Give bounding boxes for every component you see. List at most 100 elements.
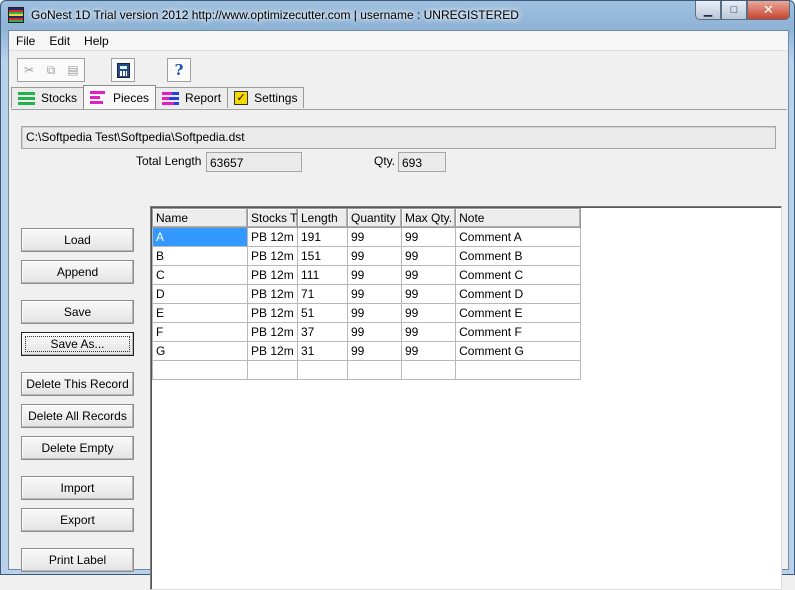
export-button[interactable]: Export	[21, 508, 134, 532]
table-cell[interactable]: 99	[347, 284, 402, 304]
table-cell[interactable]: 99	[400, 227, 457, 247]
title-bar[interactable]: GoNest 1D Trial version 2012 http://www.…	[1, 1, 795, 30]
table-cell[interactable]: PB 12m	[247, 246, 298, 266]
table-cell[interactable]: PB 12m	[247, 303, 298, 323]
table-cell[interactable]: Comment G	[455, 341, 582, 361]
settings-icon: ✓	[234, 91, 249, 105]
save-as-button[interactable]: Save As...	[21, 332, 134, 356]
table-cell[interactable]: C	[152, 265, 248, 285]
pieces-grid[interactable]: Name Stocks T Length Quantity Max Qty. N…	[150, 206, 782, 590]
table-cell[interactable]: G	[152, 341, 248, 361]
table-cell[interactable]	[152, 360, 248, 380]
copy-icon[interactable]: ⧉	[40, 59, 62, 81]
table-cell[interactable]: PB 12m	[247, 284, 298, 304]
table-row: A PB 12m 191 99 99 Comment A	[152, 227, 582, 247]
table-cell[interactable]: Comment D	[455, 284, 582, 304]
table-cell[interactable]: 99	[400, 265, 457, 285]
table-cell[interactable]: D	[152, 284, 248, 304]
app-window: GoNest 1D Trial version 2012 http://www.…	[0, 0, 795, 590]
table-cell[interactable]	[400, 360, 457, 380]
table-cell[interactable]: 99	[400, 284, 457, 304]
table-cell[interactable]: 51	[297, 303, 348, 323]
menu-help[interactable]: Help	[77, 34, 116, 48]
menu-file[interactable]: File	[9, 34, 42, 48]
table-cell[interactable]: Comment F	[455, 322, 582, 342]
table-cell[interactable]: 99	[347, 246, 402, 266]
table-cell[interactable]: F	[152, 322, 248, 342]
table-cell[interactable]	[247, 360, 298, 380]
toolbar: ✂ ⧉ ▤ ?	[17, 58, 217, 82]
load-button[interactable]: Load	[21, 228, 134, 252]
table-cell[interactable]: 99	[400, 341, 457, 361]
table-cell[interactable]: 99	[347, 265, 402, 285]
column-header-name[interactable]: Name	[152, 208, 248, 228]
table-cell[interactable]: E	[152, 303, 248, 323]
table-cell[interactable]: 151	[297, 246, 348, 266]
table-cell[interactable]: 99	[400, 246, 457, 266]
delete-record-button[interactable]: Delete This Record	[21, 372, 134, 396]
table-cell[interactable]: 99	[347, 341, 402, 361]
column-header-length[interactable]: Length	[297, 208, 348, 228]
print-label-button[interactable]: Print Label	[21, 548, 134, 572]
tab-stocks[interactable]: Stocks	[11, 87, 85, 108]
table-cell[interactable]: Comment E	[455, 303, 582, 323]
append-button[interactable]: Append	[21, 260, 134, 284]
table-cell[interactable]: PB 12m	[247, 322, 298, 342]
tab-report[interactable]: Report	[155, 87, 229, 108]
table-cell[interactable]: PB 12m	[247, 265, 298, 285]
table-cell[interactable]: 99	[347, 303, 402, 323]
table-cell[interactable]	[347, 360, 402, 380]
stocks-icon	[18, 91, 35, 105]
table-row: D PB 12m 71 99 99 Comment D	[152, 284, 582, 304]
table-cell[interactable]	[297, 360, 348, 380]
maximize-button[interactable]: □	[721, 1, 747, 20]
menu-bar: File Edit Help	[9, 31, 788, 51]
table-cell[interactable]: 31	[297, 341, 348, 361]
save-button[interactable]: Save	[21, 300, 134, 324]
table-cell[interactable]	[455, 360, 582, 380]
column-header-note[interactable]: Note	[455, 208, 582, 228]
delete-empty-button[interactable]: Delete Empty	[21, 436, 134, 460]
column-header-max-qty[interactable]: Max Qty.	[400, 208, 457, 228]
table-cell[interactable]: 99	[347, 322, 402, 342]
import-button[interactable]: Import	[21, 476, 134, 500]
cut-icon[interactable]: ✂	[18, 59, 40, 81]
help-group: ?	[167, 58, 191, 82]
calculator-icon	[116, 62, 130, 78]
table-cell[interactable]: 99	[347, 227, 402, 247]
table-row: G PB 12m 31 99 99 Comment G	[152, 341, 582, 361]
close-button[interactable]: ✕	[747, 1, 790, 20]
tab-settings[interactable]: ✓ Settings	[227, 87, 305, 108]
table-cell[interactable]: B	[152, 246, 248, 266]
table-cell[interactable]: Comment B	[455, 246, 582, 266]
pieces-icon	[90, 91, 107, 104]
minimize-button[interactable]: ▁	[695, 1, 721, 20]
tab-strip: Stocks Pieces Report ✓ Settings	[11, 85, 305, 109]
help-button[interactable]: ?	[168, 59, 190, 81]
tab-pieces-label: Pieces	[113, 90, 150, 105]
table-cell[interactable]: 99	[400, 303, 457, 323]
paste-icon[interactable]: ▤	[62, 59, 84, 81]
table-cell[interactable]: 111	[297, 265, 348, 285]
table-cell[interactable]: A	[152, 227, 248, 247]
tab-pieces[interactable]: Pieces	[83, 85, 157, 109]
column-header-stocks-type[interactable]: Stocks T	[247, 208, 298, 228]
delete-all-button[interactable]: Delete All Records	[21, 404, 134, 428]
table-cell[interactable]: 71	[297, 284, 348, 304]
table-cell[interactable]: Comment A	[455, 227, 582, 247]
table-cell[interactable]: PB 12m	[247, 341, 298, 361]
table-cell[interactable]: Comment C	[455, 265, 582, 285]
report-icon	[162, 91, 180, 105]
caption-buttons: ▁ □ ✕	[695, 1, 790, 20]
calculator-button[interactable]	[112, 59, 134, 81]
menu-edit[interactable]: Edit	[42, 34, 77, 48]
table-row-new	[152, 360, 582, 380]
table-cell[interactable]: 191	[297, 227, 348, 247]
pieces-table: Name Stocks T Length Quantity Max Qty. N…	[152, 208, 582, 380]
table-cell[interactable]: 99	[400, 322, 457, 342]
table-cell[interactable]: PB 12m	[247, 227, 298, 247]
table-row: C PB 12m 111 99 99 Comment C	[152, 265, 582, 285]
total-length-field: 63657	[206, 152, 302, 172]
table-cell[interactable]: 37	[297, 322, 348, 342]
column-header-quantity[interactable]: Quantity	[347, 208, 402, 228]
